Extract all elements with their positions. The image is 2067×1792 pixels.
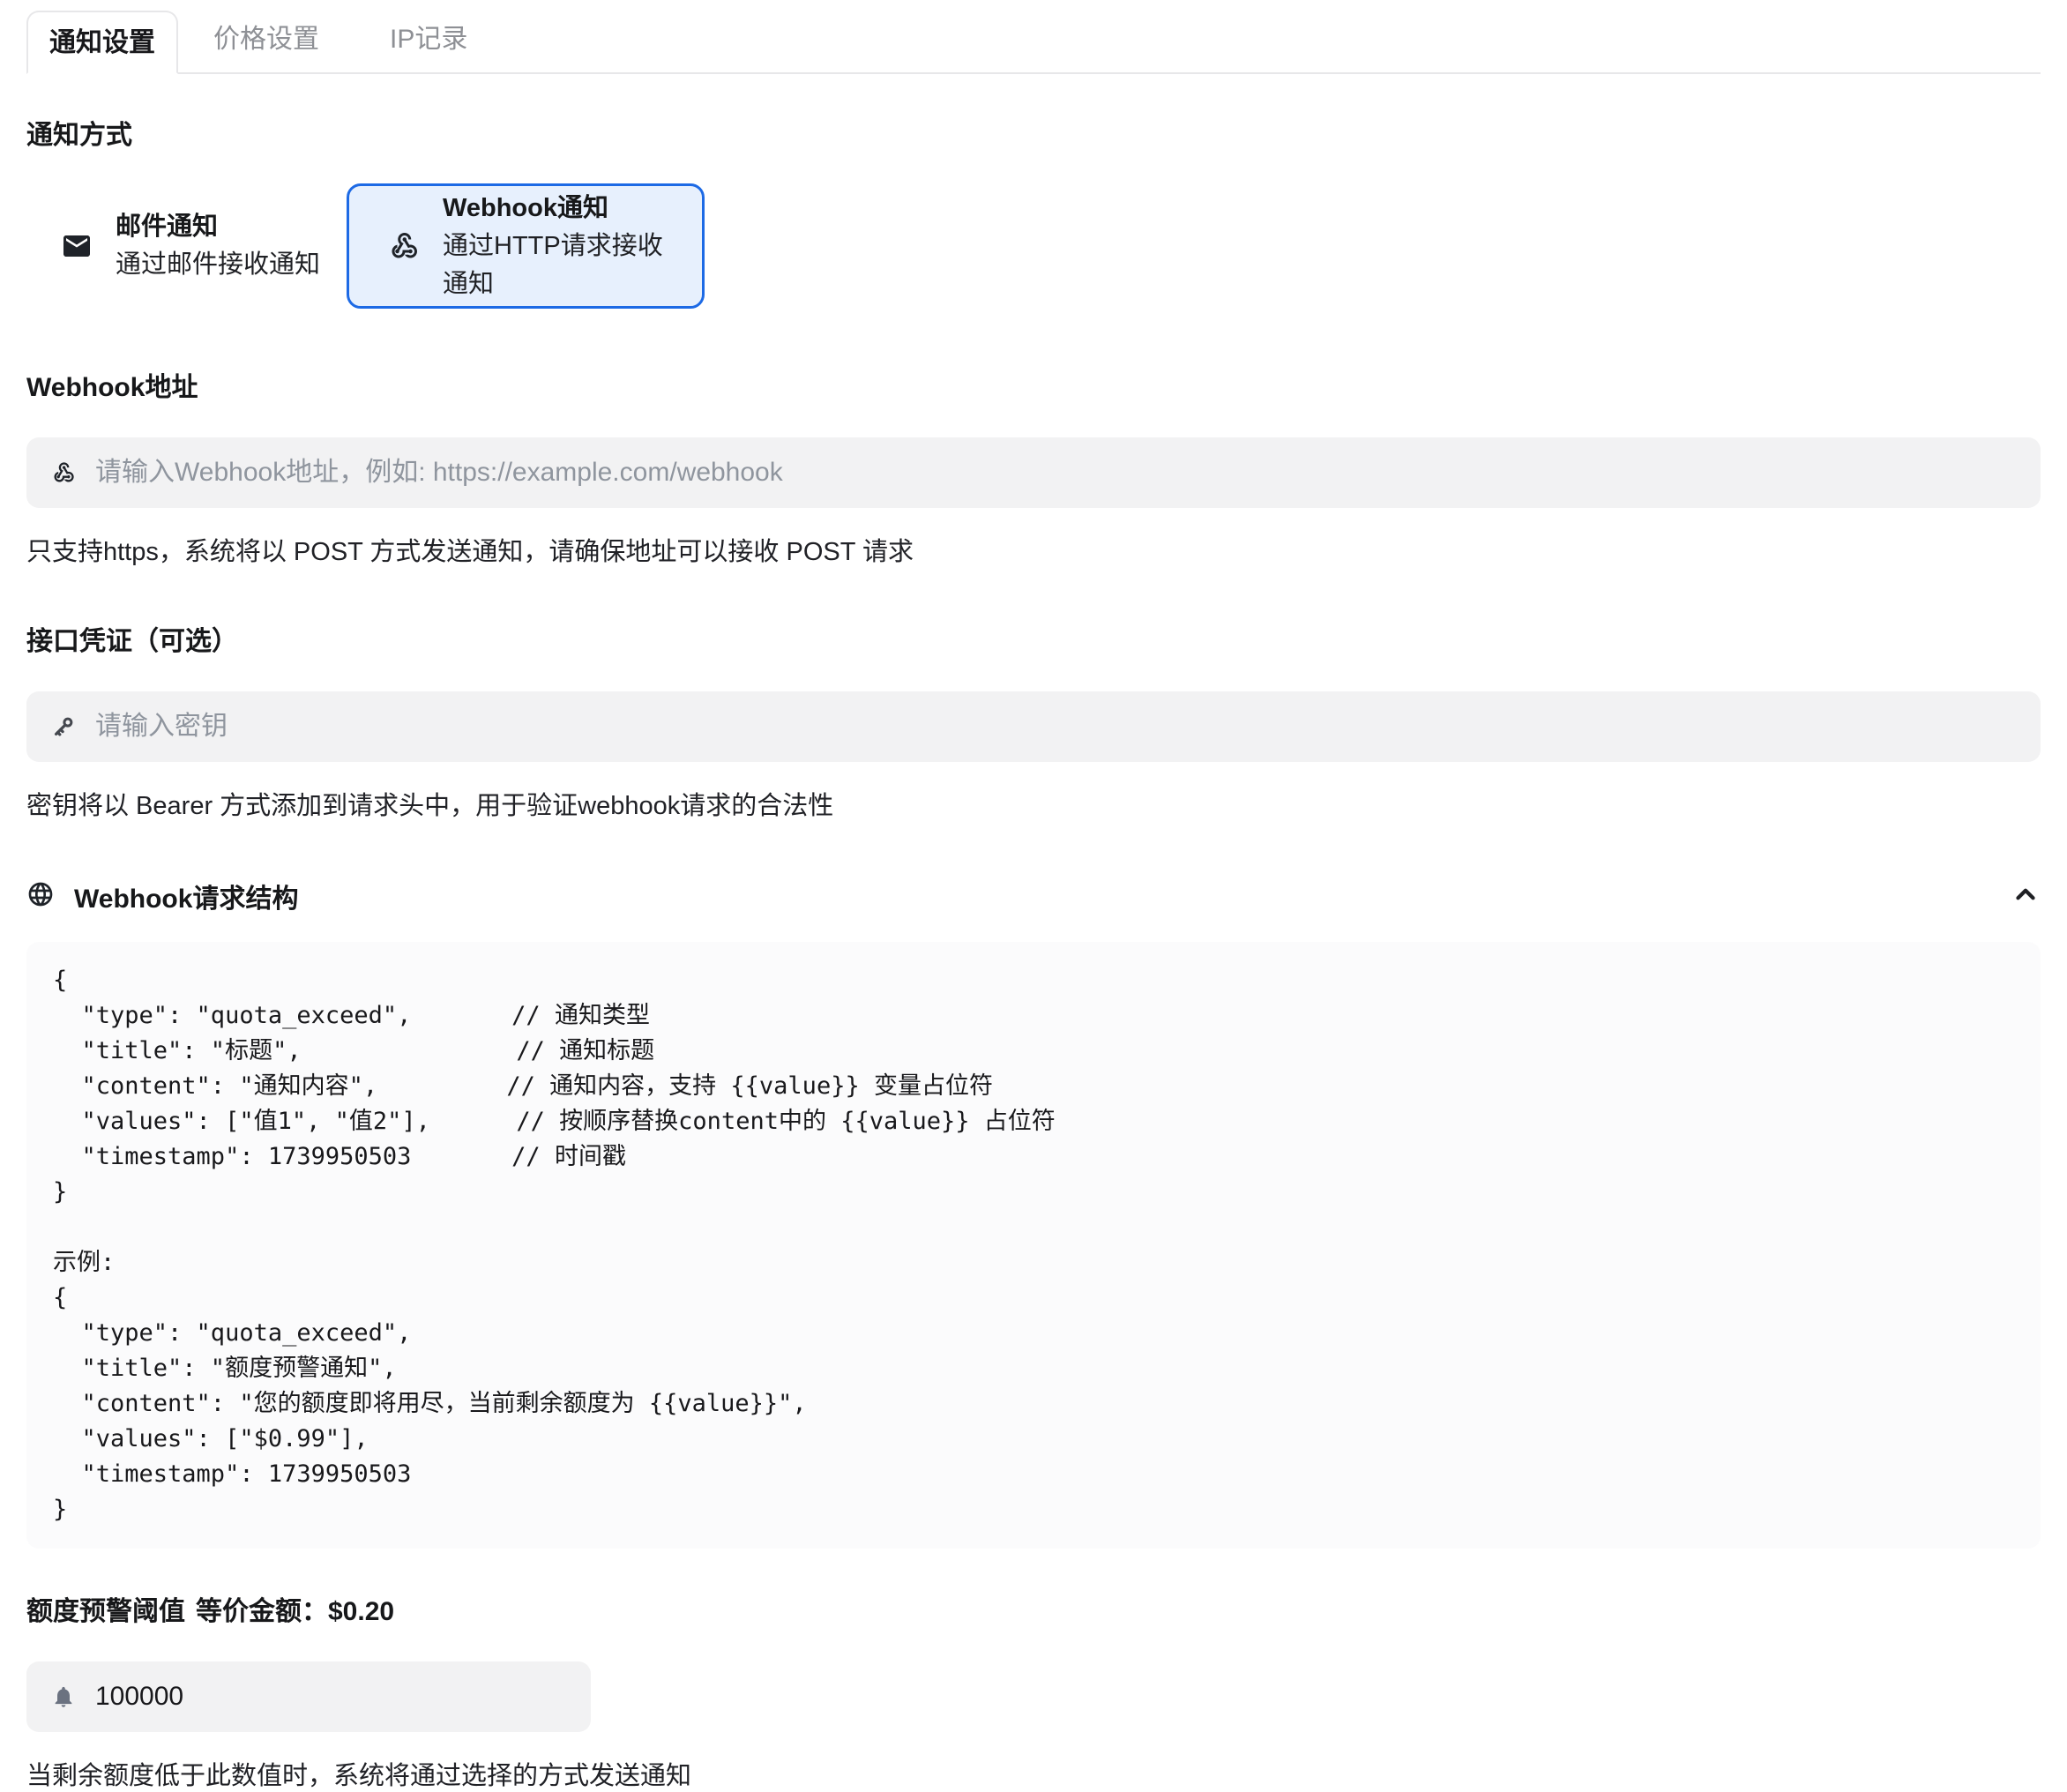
request-structure-code-block: { "type": "quota_exceed", // 通知类型 "title…: [26, 942, 2041, 1549]
webhook-url-heading: Webhook地址: [26, 365, 2041, 404]
threshold-helper: 当剩余额度低于此数值时，系统将通过选择的方式发送通知: [26, 1755, 2041, 1792]
bell-icon: [51, 1684, 76, 1709]
secret-input[interactable]: [93, 711, 2016, 743]
request-structure-heading: Webhook请求结构: [74, 877, 298, 915]
threshold-equivalent-label: 等价金额：: [196, 1589, 328, 1628]
email-icon: [61, 230, 93, 262]
tab-notification-settings[interactable]: 通知设置: [26, 11, 178, 74]
notification-settings-page: 通知设置 价格设置 IP记录 通知方式 邮件通知 通过邮件接收通知 Webhoo…: [0, 0, 2067, 1792]
notify-method-options: 邮件通知 通过邮件接收通知 Webhook通知 通过HTTP请求接收通知: [26, 183, 2041, 309]
webhook-notify-option[interactable]: Webhook通知 通过HTTP请求接收通知: [347, 183, 705, 309]
email-option-title: 邮件通知: [116, 208, 320, 246]
webhook-url-input[interactable]: [93, 457, 2016, 489]
email-option-subtitle: 通过邮件接收通知: [116, 246, 320, 284]
threshold-label: 额度预警阈值: [26, 1589, 185, 1628]
tab-ip-records[interactable]: IP记录: [354, 9, 503, 72]
request-structure-header[interactable]: Webhook请求结构: [26, 877, 2041, 915]
email-notify-option[interactable]: 邮件通知 通过邮件接收通知: [26, 183, 347, 309]
globe-icon: [26, 880, 55, 913]
threshold-field: [26, 1661, 591, 1732]
secret-field: [26, 691, 2041, 762]
webhook-icon: [388, 230, 420, 262]
secret-heading: 接口凭证（可选）: [26, 619, 2041, 658]
tab-price-settings[interactable]: 价格设置: [178, 9, 354, 72]
webhook-option-subtitle: 通过HTTP请求接收通知: [443, 228, 672, 303]
webhook-option-title: Webhook通知: [443, 190, 672, 228]
secret-helper: 密钥将以 Bearer 方式添加到请求头中，用于验证webhook请求的合法性: [26, 785, 2041, 822]
request-structure-code: { "type": "quota_exceed", // 通知类型 "title…: [53, 963, 2014, 1527]
webhook-url-helper: 只支持https，系统将以 POST 方式发送通知，请确保地址可以接收 POST…: [26, 531, 2041, 568]
key-icon: [51, 714, 76, 739]
threshold-heading: 额度预警阈值 等价金额： $0.20: [26, 1589, 2041, 1628]
webhook-icon: [51, 460, 76, 485]
webhook-url-field: [26, 437, 2041, 508]
tab-bar: 通知设置 价格设置 IP记录: [26, 9, 2041, 74]
threshold-equivalent-value: $0.20: [328, 1597, 394, 1627]
notify-method-heading: 通知方式: [26, 113, 2041, 152]
chevron-up-icon[interactable]: [2011, 879, 2041, 914]
threshold-input[interactable]: [93, 1681, 566, 1713]
